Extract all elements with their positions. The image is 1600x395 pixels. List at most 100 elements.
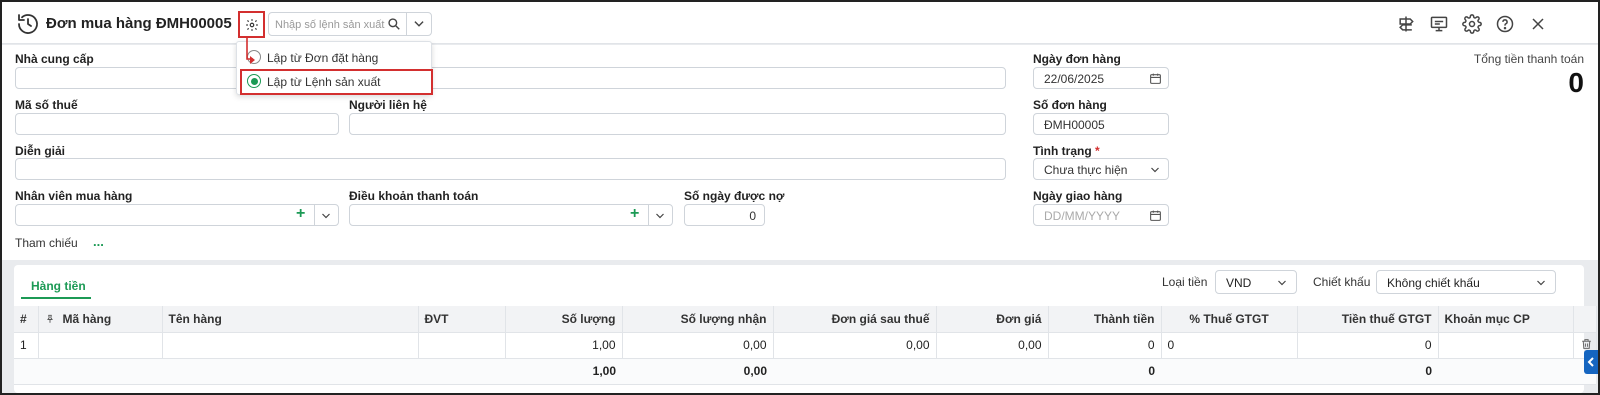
tab-label: Hàng tiền: [31, 279, 86, 293]
chevron-left-icon: [1587, 357, 1594, 367]
annotation-arrow-icon: [246, 37, 255, 64]
total-cell: [773, 358, 936, 385]
option-label: Lập từ Lệnh sản xuất: [267, 75, 381, 89]
side-panel-toggle[interactable]: [1584, 350, 1598, 374]
col-header[interactable]: % Thuế GTGT: [1161, 306, 1298, 333]
col-header[interactable]: ĐVT: [418, 306, 506, 333]
cell-price[interactable]: 0,00: [936, 332, 1049, 359]
calendar-icon[interactable]: [1149, 72, 1162, 85]
total-amount: 0: [1048, 358, 1161, 385]
col-header-actions: [1573, 306, 1597, 333]
cell-qty[interactable]: 1,00: [505, 332, 623, 359]
col-header[interactable]: Số lượng nhận: [622, 306, 774, 333]
order-number-input[interactable]: ĐMH00005: [1033, 113, 1169, 135]
description-input[interactable]: [15, 158, 1006, 180]
cell-unit[interactable]: [418, 332, 506, 359]
reference-more-link[interactable]: ...: [93, 234, 104, 249]
option-from-production-order[interactable]: Lập từ Lệnh sản xuất: [237, 69, 433, 93]
supplier-input[interactable]: [15, 67, 1006, 89]
settings-button[interactable]: [238, 11, 265, 38]
total-cell: [1438, 358, 1573, 385]
total-cell: [936, 358, 1048, 385]
col-header[interactable]: Tiền thuế GTGT: [1297, 306, 1439, 333]
order-number-value: ĐMH00005: [1044, 118, 1105, 132]
chevron-down-icon[interactable]: [412, 18, 426, 30]
search-input[interactable]: [275, 17, 385, 33]
status-select[interactable]: Chưa thực hiện: [1033, 158, 1169, 180]
col-header[interactable]: Tên hàng: [162, 306, 419, 333]
delivery-date-label: Ngày giao hàng: [1033, 189, 1123, 203]
payment-terms-label: Điều khoản thanh toán: [349, 189, 479, 203]
cell-price-after-tax[interactable]: 0,00: [773, 332, 937, 359]
close-icon[interactable]: [1528, 14, 1548, 34]
tax-code-label: Mã số thuế: [15, 98, 78, 112]
search-icon[interactable]: [387, 17, 401, 31]
presentation-icon[interactable]: [1429, 14, 1449, 34]
delivery-date-placeholder: DD/MM/YYYY: [1044, 209, 1121, 223]
credit-days-value: 0: [749, 209, 756, 223]
order-date-label: Ngày đơn hàng: [1033, 52, 1121, 66]
search-divider: [406, 13, 407, 35]
order-date-value: 22/06/2025: [1044, 72, 1105, 86]
col-header[interactable]: Khoản mục CP: [1438, 306, 1574, 333]
buyer-select[interactable]: +: [15, 204, 339, 226]
total-vat-amount: 0: [1297, 358, 1438, 385]
option-from-sales-order[interactable]: Lập từ Đơn đặt hàng: [237, 45, 433, 69]
radio-checked[interactable]: [247, 74, 261, 88]
cell-qty-received[interactable]: 0,00: [622, 332, 774, 359]
delivery-date-input[interactable]: DD/MM/YYYY: [1033, 204, 1169, 226]
status-label: Tình trạng *: [1033, 144, 1100, 158]
option-label: Lập từ Đơn đặt hàng: [267, 51, 379, 65]
cell-vat-pct[interactable]: 0: [1161, 332, 1298, 359]
contact-input[interactable]: [349, 113, 1006, 135]
history-back-icon[interactable]: [16, 12, 40, 36]
gear-icon[interactable]: [1462, 14, 1482, 34]
calendar-icon[interactable]: [1149, 209, 1162, 222]
chevron-down-icon[interactable]: [320, 211, 332, 221]
order-date-input[interactable]: 22/06/2025: [1033, 67, 1169, 89]
col-header[interactable]: Thành tiền: [1048, 306, 1162, 333]
table-row[interactable]: 1 1,00 0,00 0,00 0,00 0 0 0: [14, 332, 1597, 359]
add-icon[interactable]: +: [630, 205, 639, 223]
col-header[interactable]: Số lượng: [505, 306, 623, 333]
chevron-down-icon[interactable]: [654, 211, 666, 221]
col-header[interactable]: Mã hàng: [38, 306, 163, 333]
currency-value: VND: [1226, 276, 1252, 290]
status-label-text: Tình trạng: [1033, 144, 1092, 158]
cell-name[interactable]: [162, 332, 419, 359]
required-marker: *: [1095, 144, 1100, 158]
trash-icon[interactable]: [1580, 337, 1593, 351]
page-header: Đơn mua hàng ĐMH00005: [2, 2, 1598, 44]
currency-label: Loại tiền: [1162, 275, 1208, 289]
credit-days-input[interactable]: 0: [684, 204, 765, 226]
credit-days-label: Số ngày được nợ: [684, 189, 785, 203]
tax-code-input[interactable]: [15, 113, 339, 135]
cell-code[interactable]: [38, 332, 163, 359]
discount-select[interactable]: Không chiết khấu: [1376, 270, 1556, 294]
tab-items[interactable]: Hàng tiền: [21, 271, 91, 299]
signpost-icon[interactable]: [1396, 14, 1416, 34]
gear-icon: [245, 18, 258, 31]
description-label: Diễn giải: [15, 144, 66, 158]
total-cell: [418, 358, 505, 385]
chevron-down-icon[interactable]: [1149, 165, 1161, 175]
add-icon[interactable]: +: [296, 205, 305, 223]
col-header[interactable]: Đơn giá sau thuế: [773, 306, 937, 333]
chevron-down-icon[interactable]: [1276, 278, 1288, 288]
cell-vat-amount[interactable]: 0: [1297, 332, 1439, 359]
total-label: Tổng tiền thanh toán: [1473, 52, 1584, 66]
status-value: Chưa thực hiện: [1044, 163, 1128, 177]
help-icon[interactable]: [1495, 14, 1515, 34]
page-title: Đơn mua hàng ĐMH00005: [46, 15, 232, 32]
production-order-search: [268, 12, 432, 36]
cell-cost-item[interactable]: [1438, 332, 1574, 359]
col-header[interactable]: Đơn giá: [936, 306, 1049, 333]
currency-select[interactable]: VND: [1215, 270, 1297, 294]
cell-amount[interactable]: 0: [1048, 332, 1162, 359]
chevron-down-icon[interactable]: [1535, 278, 1547, 288]
table-total-row: 1,00 0,00 0 0: [14, 358, 1596, 385]
payment-terms-select[interactable]: +: [349, 204, 673, 226]
pin-icon[interactable]: [45, 313, 55, 325]
discount-label: Chiết khấu: [1313, 275, 1371, 289]
total-cell: [162, 358, 418, 385]
